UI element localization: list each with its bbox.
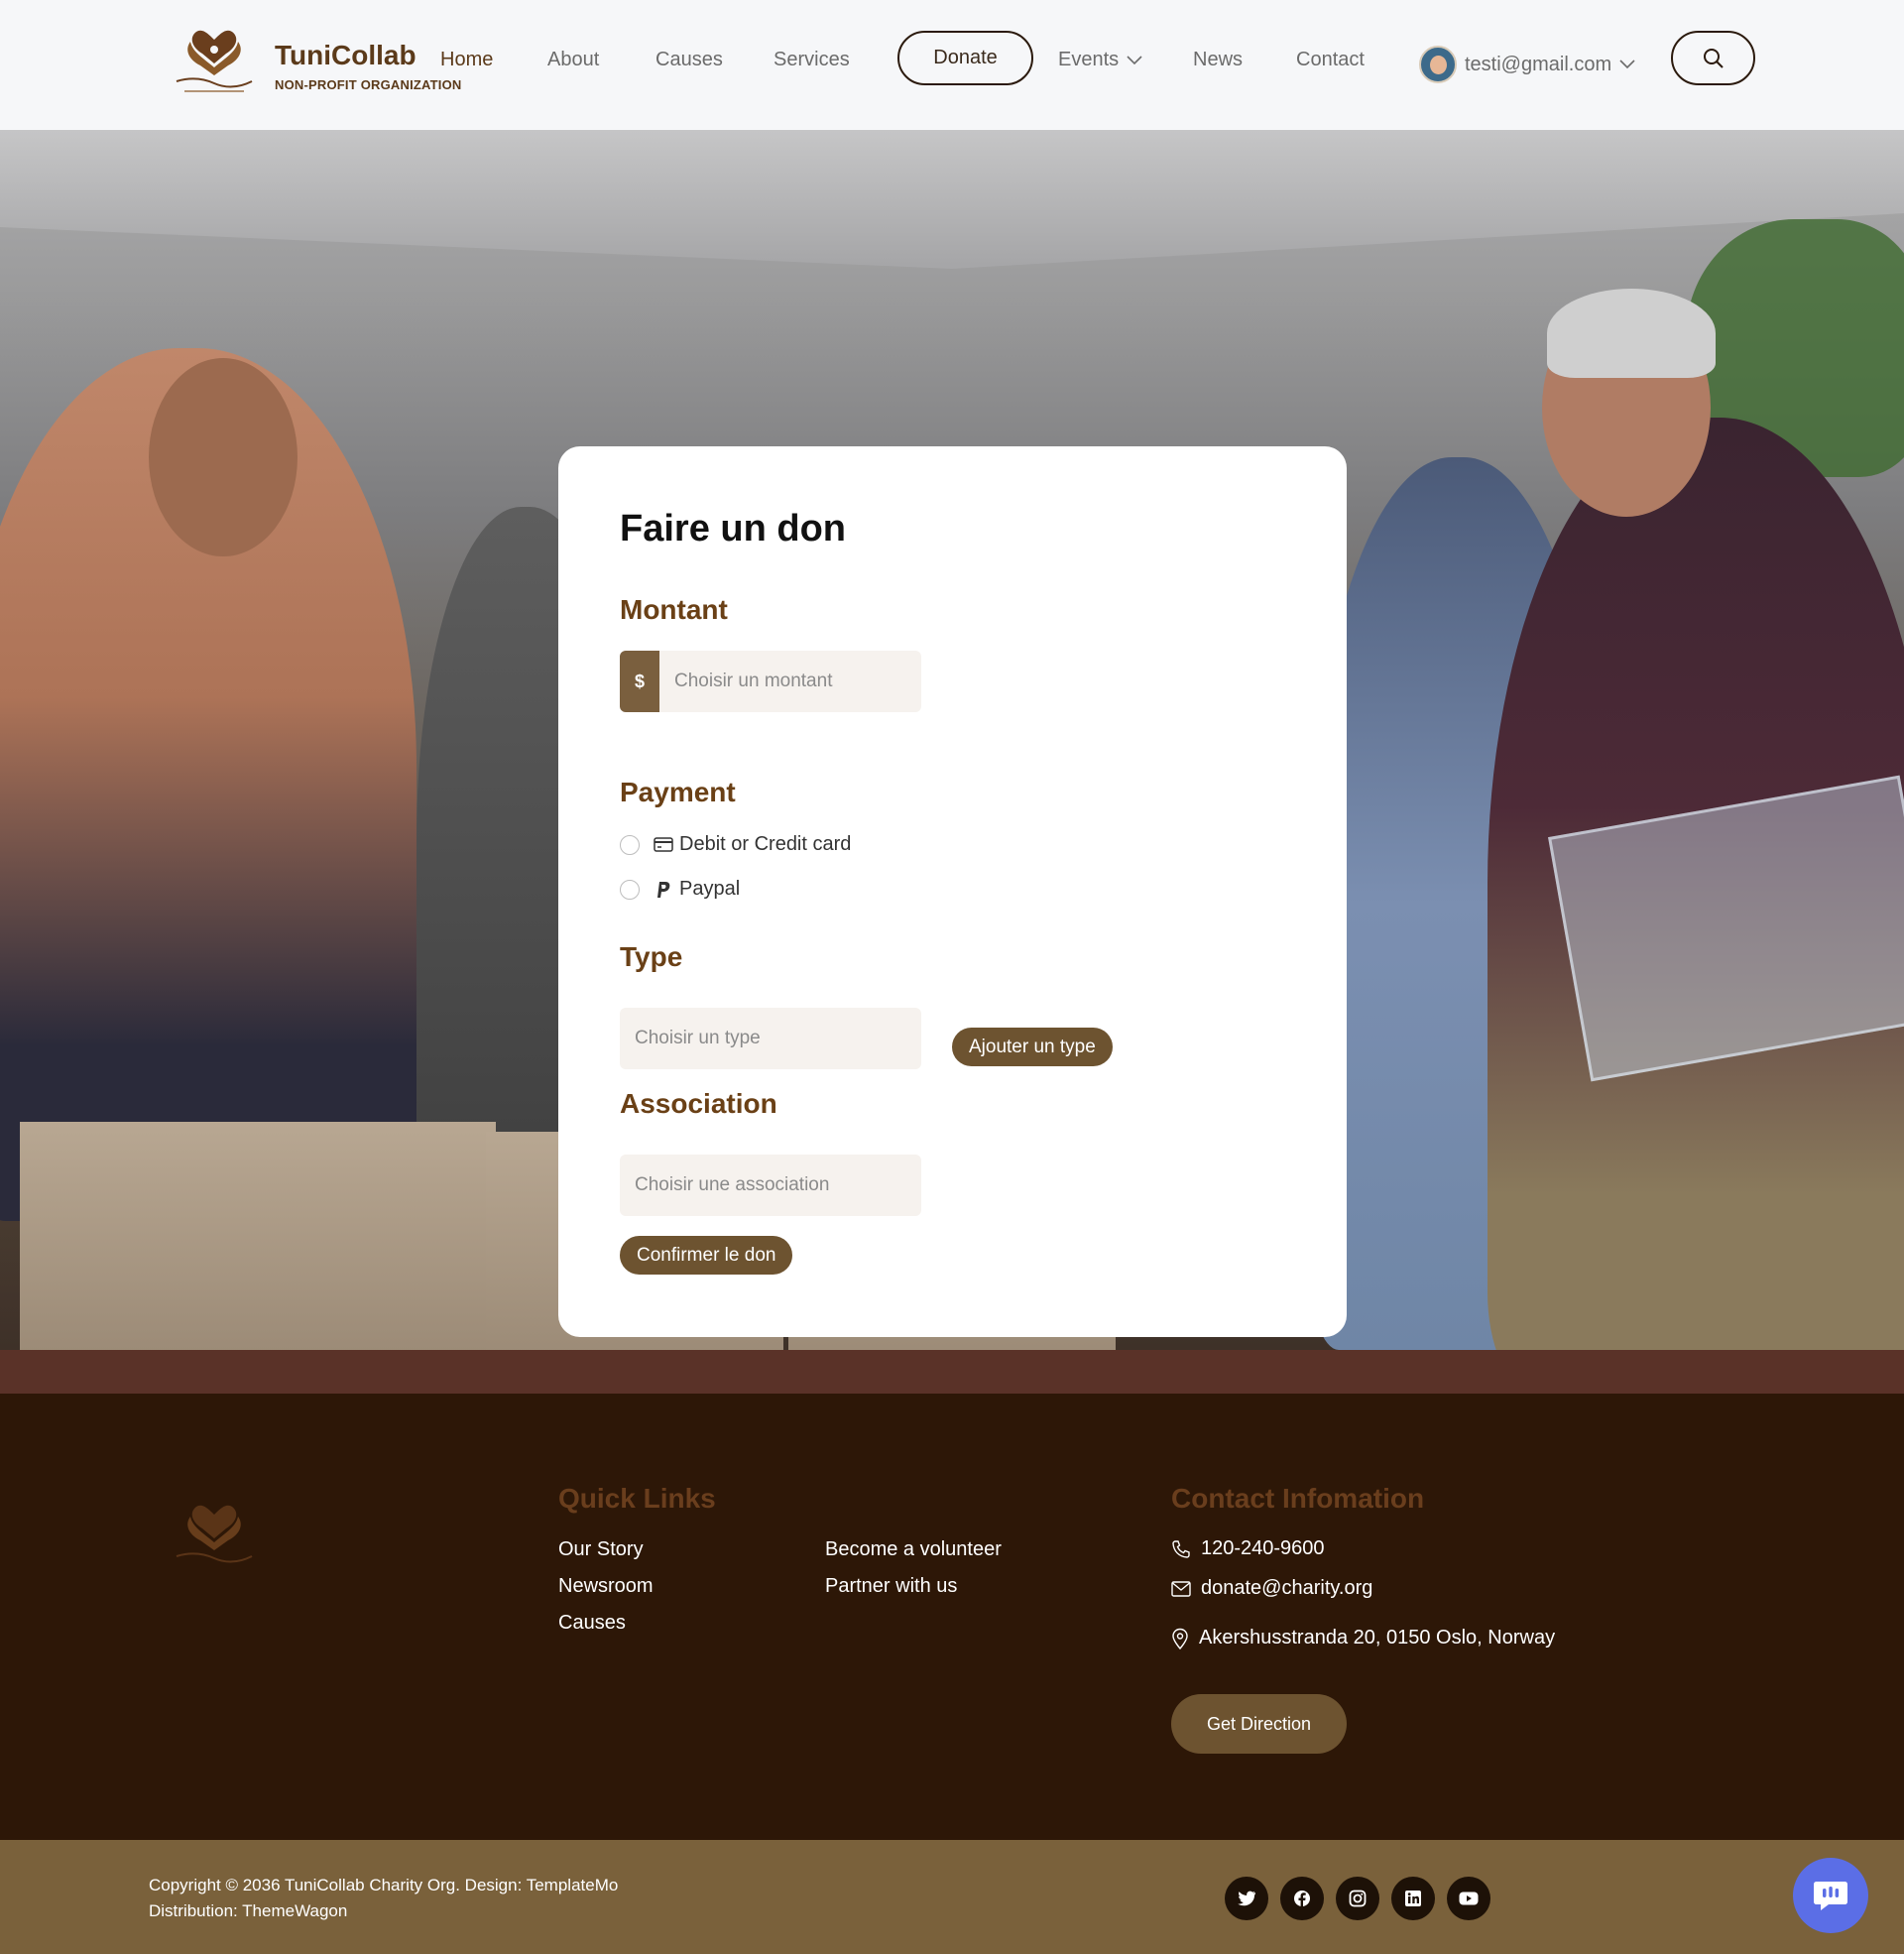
payment-option-card[interactable]: Debit or Credit card xyxy=(620,833,851,856)
copyright-line[interactable]: Copyright © 2036 TuniCollab Charity Org.… xyxy=(149,1873,618,1898)
currency-prefix: $ xyxy=(620,651,659,712)
chevron-down-icon xyxy=(1127,55,1142,64)
amount-input[interactable] xyxy=(659,651,921,712)
search-icon xyxy=(1703,48,1724,68)
brand-subtitle: NON-PROFIT ORGANIZATION xyxy=(275,77,462,92)
facebook-icon[interactable] xyxy=(1280,1877,1324,1920)
nav-about[interactable]: About xyxy=(547,49,599,71)
phone-icon xyxy=(1172,1539,1190,1558)
site-header: TuniCollab NON-PROFIT ORGANIZATION Home … xyxy=(0,0,1904,130)
nav-events-dropdown[interactable]: Events xyxy=(1058,49,1142,71)
nav-causes[interactable]: Causes xyxy=(655,49,723,71)
chat-bubble-icon xyxy=(1814,1882,1847,1910)
contact-address-text: Akershusstranda 20, 0150 Oslo, Norway xyxy=(1199,1627,1556,1649)
footer-link-causes[interactable]: Causes xyxy=(558,1612,626,1635)
user-menu[interactable]: testi@gmail.com xyxy=(1419,46,1635,83)
payment-option-paypal-label: Paypal xyxy=(679,878,741,900)
contact-email-text: donate@charity.org xyxy=(1201,1577,1373,1599)
contact-phone-text: 120-240-9600 xyxy=(1201,1537,1325,1559)
youtube-icon[interactable] xyxy=(1447,1877,1490,1920)
instagram-icon[interactable] xyxy=(1336,1877,1379,1920)
table-top xyxy=(0,1350,1904,1394)
add-type-button[interactable]: Ajouter un type xyxy=(952,1028,1113,1066)
envelope-icon xyxy=(1171,1580,1191,1597)
radio-paypal[interactable] xyxy=(620,879,640,900)
twitter-icon[interactable] xyxy=(1225,1877,1268,1920)
radio-card[interactable] xyxy=(620,834,640,855)
quick-links-heading: Quick Links xyxy=(558,1483,716,1514)
type-input[interactable] xyxy=(620,1008,921,1069)
get-direction-button[interactable]: Get Direction xyxy=(1171,1694,1347,1754)
amount-label: Montant xyxy=(620,594,728,625)
footer-link-become-volunteer[interactable]: Become a volunteer xyxy=(825,1538,1002,1561)
nav-news[interactable]: News xyxy=(1193,49,1243,71)
credit-card-icon xyxy=(654,837,673,853)
contact-address: Akershusstranda 20, 0150 Oslo, Norway xyxy=(1171,1627,1555,1649)
association-input[interactable] xyxy=(620,1155,921,1216)
footer-link-our-story[interactable]: Our Story xyxy=(558,1538,644,1561)
footer-link-partner[interactable]: Partner with us xyxy=(825,1575,957,1598)
form-title: Faire un don xyxy=(620,508,846,550)
paypal-icon xyxy=(654,881,673,898)
chat-button[interactable] xyxy=(1793,1858,1868,1933)
brand-logo[interactable] xyxy=(167,26,262,101)
tent-canopy xyxy=(0,130,1904,269)
association-label: Association xyxy=(620,1088,777,1119)
donate-button[interactable]: Donate xyxy=(897,31,1033,85)
linkedin-icon[interactable] xyxy=(1391,1877,1435,1920)
payment-option-card-label: Debit or Credit card xyxy=(679,833,852,855)
contact-heading: Contact Infomation xyxy=(1171,1483,1425,1514)
bottom-bar: Copyright © 2036 TuniCollab Charity Org.… xyxy=(0,1840,1904,1954)
copyright: Copyright © 2036 TuniCollab Charity Org.… xyxy=(149,1873,618,1924)
map-pin-icon xyxy=(1172,1628,1188,1649)
nav-home[interactable]: Home xyxy=(440,49,493,71)
user-email: testi@gmail.com xyxy=(1465,53,1612,75)
donation-form-card: Faire un don Montant $ Payment Debit or … xyxy=(558,446,1347,1337)
payment-option-paypal[interactable]: Paypal xyxy=(620,878,740,901)
chevron-down-icon xyxy=(1619,60,1635,69)
site-footer: Quick Links Our Story Newsroom Causes Be… xyxy=(0,1394,1904,1840)
hero-background: Faire un don Montant $ Payment Debit or … xyxy=(0,130,1904,1394)
type-label: Type xyxy=(620,941,683,972)
footer-logo[interactable] xyxy=(167,1501,262,1576)
contact-email[interactable]: donate@charity.org xyxy=(1171,1577,1372,1600)
avatar xyxy=(1419,46,1457,83)
volunteer-head xyxy=(149,358,298,556)
nav-contact[interactable]: Contact xyxy=(1296,49,1365,71)
nav-services[interactable]: Services xyxy=(774,49,850,71)
brand-name[interactable]: TuniCollab xyxy=(275,40,416,71)
amount-input-group: $ xyxy=(620,651,921,712)
nav-events-label: Events xyxy=(1058,49,1120,70)
footer-link-newsroom[interactable]: Newsroom xyxy=(558,1575,654,1598)
volunteer-hair xyxy=(1547,289,1716,378)
confirm-donation-button[interactable]: Confirmer le don xyxy=(620,1236,793,1275)
payment-label: Payment xyxy=(620,777,736,807)
distribution-line[interactable]: Distribution: ThemeWagon xyxy=(149,1898,618,1924)
contact-phone[interactable]: 120-240-9600 xyxy=(1171,1537,1325,1560)
search-button[interactable] xyxy=(1671,31,1755,85)
